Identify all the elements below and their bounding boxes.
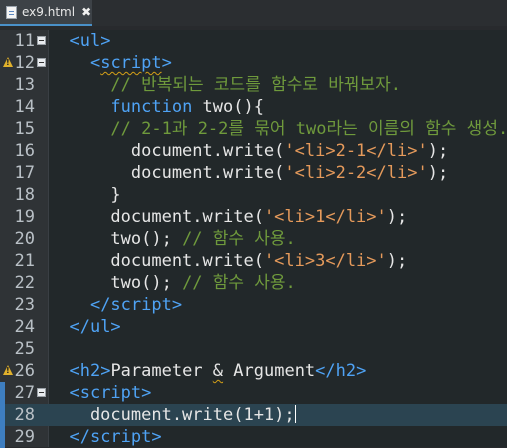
- code-text[interactable]: document.write('<li>2-1</li>');: [49, 141, 448, 161]
- code-text[interactable]: }: [49, 185, 120, 205]
- code-line[interactable]: 14 function two(){: [0, 96, 507, 118]
- code-line[interactable]: 27 <script>: [0, 382, 507, 404]
- line-number: 27: [14, 383, 35, 403]
- line-number: 20: [14, 229, 35, 249]
- code-line[interactable]: 23 </script>: [0, 294, 507, 316]
- line-number: 19: [14, 207, 35, 227]
- code-text[interactable]: two(); // 함수 사용.: [49, 273, 295, 293]
- line-number: 15: [14, 119, 35, 139]
- code-line[interactable]: 19 document.write('<li>1</li>');: [0, 206, 507, 228]
- warning-icon[interactable]: [3, 365, 13, 375]
- warning-icon[interactable]: [3, 57, 13, 67]
- code-text[interactable]: </ul>: [49, 317, 120, 337]
- line-number: 16: [14, 141, 35, 161]
- line-number: 28: [14, 405, 35, 425]
- code-text[interactable]: // 2-1과 2-2를 묶어 two라는 이름의 함수 생성.: [49, 119, 507, 139]
- tab-title: ex9.html: [22, 5, 76, 19]
- code-text[interactable]: document.write('<li>1</li>');: [49, 207, 407, 227]
- code-line[interactable]: 29 </script>: [0, 426, 507, 448]
- code-text[interactable]: function two(){: [49, 97, 264, 117]
- line-number: 23: [14, 295, 35, 315]
- code-text[interactable]: document.write('<li>2-2</li>');: [49, 163, 448, 183]
- code-text[interactable]: <script>: [49, 383, 151, 403]
- code-line[interactable]: 28 document.write(1+1);: [0, 404, 507, 426]
- code-text[interactable]: </script>: [49, 427, 161, 447]
- code-line[interactable]: 12 <script>: [0, 52, 507, 74]
- code-text[interactable]: </script>: [49, 295, 182, 315]
- line-number: 18: [14, 185, 35, 205]
- code-text[interactable]: <script>: [49, 53, 172, 73]
- line-number: 11: [14, 31, 35, 51]
- editor-tab-bar: ex9.html ✖: [0, 0, 507, 26]
- line-number: 17: [14, 163, 35, 183]
- code-text[interactable]: document.write(1+1);: [49, 405, 296, 425]
- code-text[interactable]: // 반복되는 코드를 함수로 바꿔보자.: [49, 75, 401, 95]
- fold-collapse-icon[interactable]: [37, 36, 46, 45]
- code-text[interactable]: <ul>: [49, 31, 110, 51]
- code-text[interactable]: two(); // 함수 사용.: [49, 229, 295, 249]
- line-number: 29: [14, 427, 35, 447]
- line-number: 25: [14, 339, 35, 359]
- code-editor[interactable]: 11 <ul>12 <script>13 // 반복되는 코드를 함수로 바꿔보…: [0, 30, 507, 448]
- fold-collapse-icon[interactable]: [37, 388, 46, 397]
- code-line[interactable]: 20 two(); // 함수 사용.: [0, 228, 507, 250]
- code-text[interactable]: <h2>Parameter & Argument</h2>: [49, 361, 366, 381]
- code-line[interactable]: 25: [0, 338, 507, 360]
- tab-ex9-html[interactable]: ex9.html ✖: [0, 0, 92, 26]
- line-number: 21: [14, 251, 35, 271]
- code-line[interactable]: 15 // 2-1과 2-2를 묶어 two라는 이름의 함수 생성.: [0, 118, 507, 140]
- code-line[interactable]: 11 <ul>: [0, 30, 507, 52]
- line-number: 22: [14, 273, 35, 293]
- close-icon[interactable]: ✖: [81, 5, 91, 19]
- line-number: 24: [14, 317, 35, 337]
- line-number: 14: [14, 97, 35, 117]
- code-line[interactable]: 17 document.write('<li>2-2</li>');: [0, 162, 507, 184]
- code-line[interactable]: 13 // 반복되는 코드를 함수로 바꿔보자.: [0, 74, 507, 96]
- code-line[interactable]: 26 <h2>Parameter & Argument</h2>: [0, 360, 507, 382]
- fold-collapse-icon[interactable]: [37, 58, 46, 67]
- code-line[interactable]: 22 two(); // 함수 사용.: [0, 272, 507, 294]
- code-line[interactable]: 21 document.write('<li>3</li>');: [0, 250, 507, 272]
- code-line[interactable]: 24 </ul>: [0, 316, 507, 338]
- line-number: 13: [14, 75, 35, 95]
- code-text[interactable]: document.write('<li>3</li>');: [49, 251, 407, 271]
- code-line[interactable]: 18 }: [0, 184, 507, 206]
- html-file-icon: [6, 5, 17, 19]
- code-line[interactable]: 16 document.write('<li>2-1</li>');: [0, 140, 507, 162]
